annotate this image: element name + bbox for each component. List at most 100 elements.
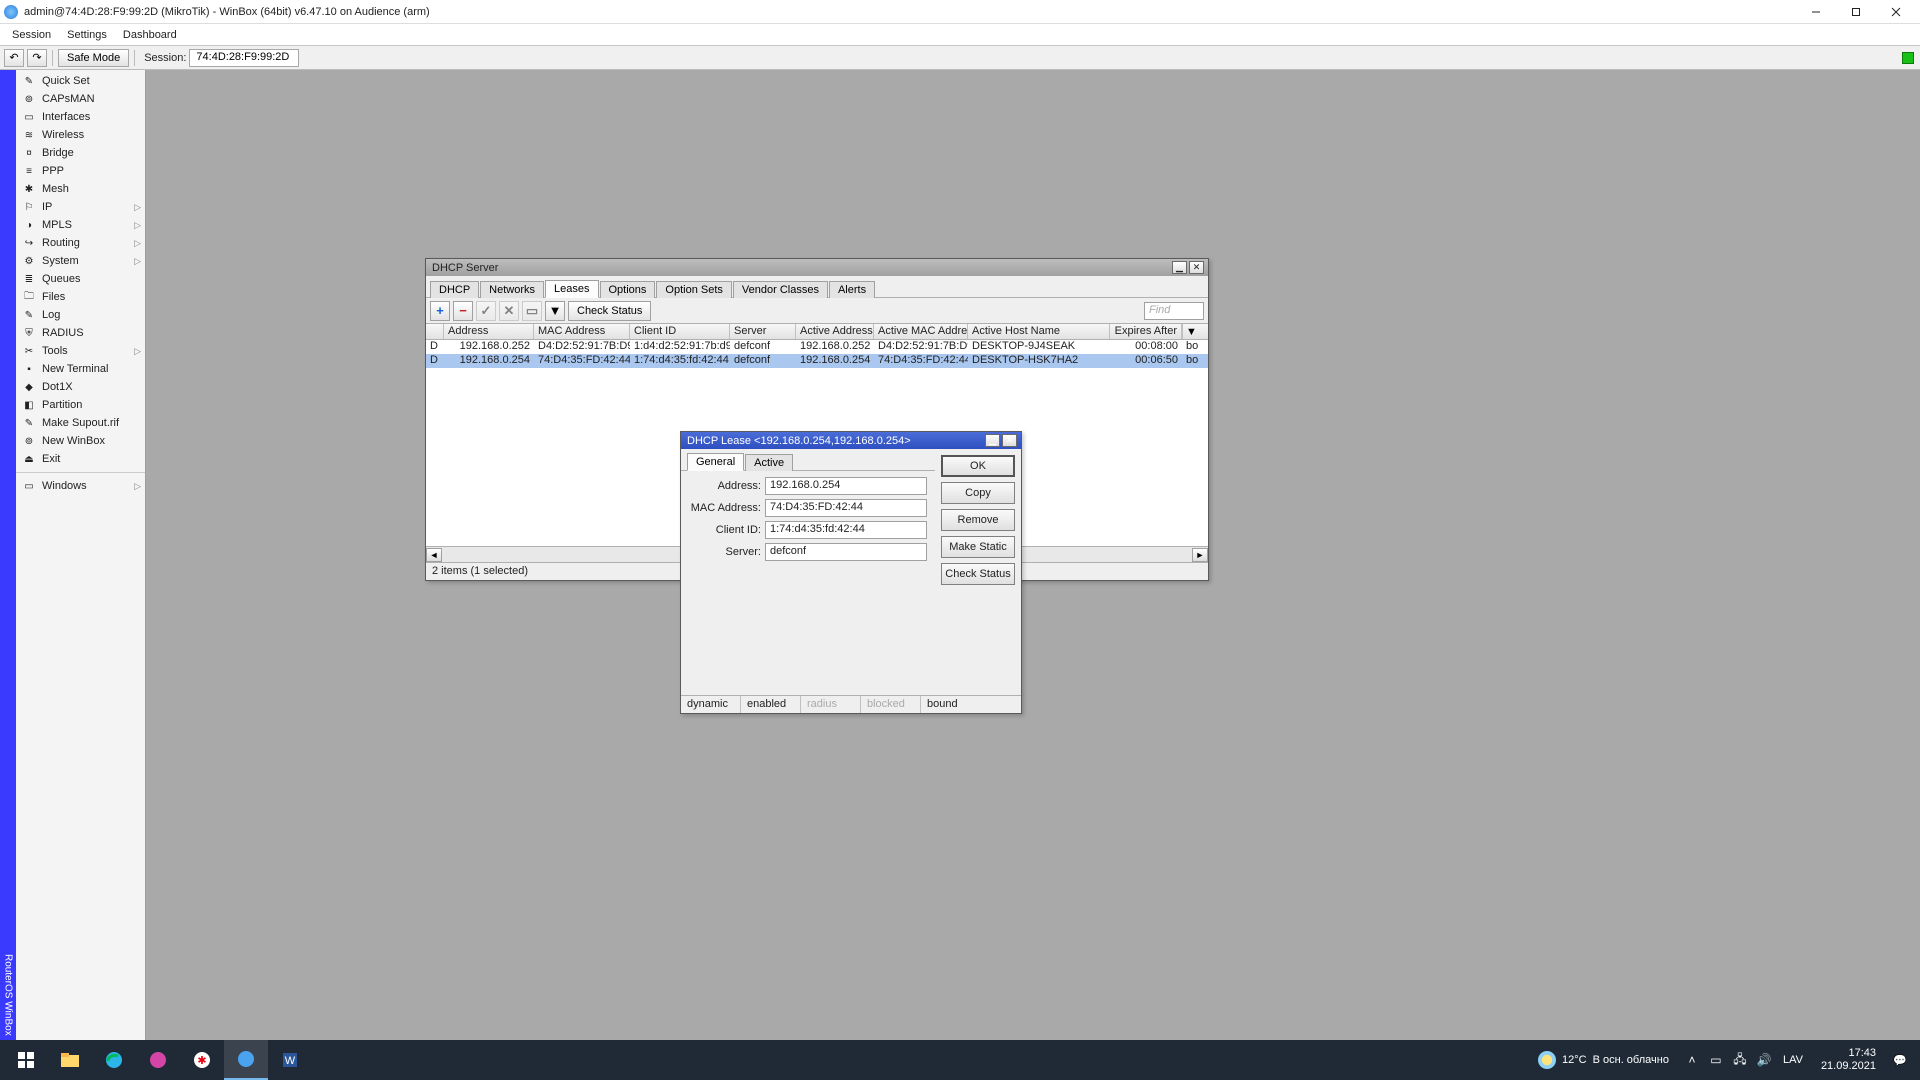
sidebar-item-tools[interactable]: ✂Tools▷ [16, 342, 145, 360]
teams-icon[interactable] [136, 1040, 180, 1080]
sidebar-item-new-winbox[interactable]: ⊚New WinBox [16, 432, 145, 450]
dhcp-window-titlebar[interactable]: DHCP Server ▁ ✕ [426, 259, 1208, 276]
copy-button[interactable]: Copy [941, 482, 1015, 504]
start-button[interactable] [4, 1040, 48, 1080]
col-mac[interactable]: MAC Address [534, 324, 630, 339]
tab-vendor-classes[interactable]: Vendor Classes [733, 281, 828, 298]
chevron-right-icon: ▷ [134, 346, 141, 357]
disable-button[interactable]: ✕ [499, 301, 519, 321]
maximize-button[interactable] [1836, 0, 1876, 24]
check-status-lease-button[interactable]: Check Status [941, 563, 1015, 585]
lease-row[interactable]: D192.168.0.25474:D4:35:FD:42:441:74:d4:3… [426, 354, 1208, 368]
tab-alerts[interactable]: Alerts [829, 281, 875, 298]
sidebar-item-routing[interactable]: ↪Routing▷ [16, 234, 145, 252]
menu-session[interactable]: Session [4, 27, 59, 43]
remove-lease-button[interactable]: Remove [941, 509, 1015, 531]
ok-button[interactable]: OK [941, 455, 1015, 477]
make-static-button[interactable]: Make Static [941, 536, 1015, 558]
columns-dropdown-icon[interactable]: ▼ [1182, 324, 1200, 339]
edge-icon[interactable] [92, 1040, 136, 1080]
sidebar-item-mesh[interactable]: ✱Mesh [16, 180, 145, 198]
lease-statusbar: dynamic enabled radius blocked bound [681, 695, 1021, 713]
sidebar-item-windows[interactable]: ▭Windows▷ [16, 477, 145, 495]
scroll-right-icon[interactable]: ► [1192, 548, 1208, 562]
sidebar-item-log[interactable]: ✎Log [16, 306, 145, 324]
slack-icon[interactable]: ✱ [180, 1040, 224, 1080]
tab-option-sets[interactable]: Option Sets [656, 281, 731, 298]
lease-tab-active[interactable]: Active [745, 454, 793, 471]
lease-tab-general[interactable]: General [687, 453, 744, 471]
find-input[interactable]: Find [1144, 302, 1204, 320]
file-explorer-icon[interactable] [48, 1040, 92, 1080]
menu-settings[interactable]: Settings [59, 27, 115, 43]
col-active-address[interactable]: Active Address [796, 324, 874, 339]
volume-icon[interactable]: 🔊 [1755, 1051, 1773, 1069]
filter-button[interactable]: ▼ [545, 301, 565, 321]
add-button[interactable]: + [430, 301, 450, 321]
weather-widget[interactable]: 12°C В осн. облачно [1530, 1051, 1677, 1069]
tab-options[interactable]: Options [600, 281, 656, 298]
safe-mode-button[interactable]: Safe Mode [58, 49, 129, 67]
sidebar-item-bridge[interactable]: ¤Bridge [16, 144, 145, 162]
comment-button[interactable]: ▭ [522, 301, 542, 321]
lease-titlebar[interactable]: DHCP Lease <192.168.0.254,192.168.0.254>… [681, 432, 1021, 449]
col-active-host[interactable]: Active Host Name [968, 324, 1110, 339]
sidebar-item-system[interactable]: ⚙System▷ [16, 252, 145, 270]
check-status-button[interactable]: Check Status [568, 301, 651, 321]
lease-row[interactable]: D192.168.0.252D4:D2:52:91:7B:D91:d4:d2:5… [426, 340, 1208, 354]
language-indicator[interactable]: LAV [1779, 1054, 1807, 1066]
sidebar-item-quick-set[interactable]: ✎Quick Set [16, 72, 145, 90]
battery-icon[interactable]: ▭ [1707, 1051, 1725, 1069]
action-center-icon[interactable]: 💬 [1884, 1040, 1916, 1080]
sidebar-item-exit[interactable]: ⏏Exit [16, 450, 145, 468]
dhcp-lease-dialog: DHCP Lease <192.168.0.254,192.168.0.254>… [680, 431, 1022, 714]
lease-close-button[interactable]: ✕ [1002, 434, 1017, 447]
tab-leases[interactable]: Leases [545, 280, 598, 298]
menu-dashboard[interactable]: Dashboard [115, 27, 185, 43]
sidebar-item-make-supout-rif[interactable]: ✎Make Supout.rif [16, 414, 145, 432]
col-server[interactable]: Server [730, 324, 796, 339]
sidebar-item-queues[interactable]: ≣Queues [16, 270, 145, 288]
tab-networks[interactable]: Networks [480, 281, 544, 298]
sidebar-item-partition[interactable]: ◧Partition [16, 396, 145, 414]
sidebar-item-capsman[interactable]: ⊚CAPsMAN [16, 90, 145, 108]
enable-button[interactable]: ✓ [476, 301, 496, 321]
sidebar-item-wireless[interactable]: ≋Wireless [16, 126, 145, 144]
sidebar-item-mpls[interactable]: ◑MPLS▷ [16, 216, 145, 234]
server-field[interactable]: defconf [765, 543, 927, 561]
col-address[interactable]: Address [444, 324, 534, 339]
col-client-id[interactable]: Client ID [630, 324, 730, 339]
remove-button[interactable]: − [453, 301, 473, 321]
sidebar-item-dot1x[interactable]: ◆Dot1X [16, 378, 145, 396]
col-active-mac[interactable]: Active MAC Addre... [874, 324, 968, 339]
address-field[interactable]: 192.168.0.254 [765, 477, 927, 495]
col-expires[interactable]: Expires After [1110, 324, 1182, 339]
sidebar-item-radius[interactable]: ⛨RADIUS [16, 324, 145, 342]
client-id-field[interactable]: 1:74:d4:35:fd:42:44 [765, 521, 927, 539]
tab-dhcp[interactable]: DHCP [430, 281, 479, 298]
sidebar-item-interfaces[interactable]: ▭Interfaces [16, 108, 145, 126]
dhcp-close-button[interactable]: ✕ [1189, 261, 1204, 274]
undo-button[interactable]: ↶ [4, 49, 24, 67]
sidebar-icon: ⊚ [22, 434, 36, 448]
leases-toolbar: + − ✓ ✕ ▭ ▼ Check Status Find [426, 298, 1208, 324]
close-button[interactable] [1876, 0, 1916, 24]
dhcp-minimize-button[interactable]: ▁ [1172, 261, 1187, 274]
scroll-left-icon[interactable]: ◄ [426, 548, 442, 562]
dhcp-window-title: DHCP Server [430, 262, 1170, 274]
session-field[interactable]: 74:4D:28:F9:99:2D [189, 49, 299, 67]
sidebar-item-ppp[interactable]: ≡PPP [16, 162, 145, 180]
sidebar-item-label: Windows [42, 480, 87, 492]
taskbar-clock[interactable]: 17:43 21.09.2021 [1813, 1047, 1884, 1073]
lease-minimize-button[interactable]: ▁ [985, 434, 1000, 447]
sidebar-item-files[interactable]: 🗀Files [16, 288, 145, 306]
redo-button[interactable]: ↷ [27, 49, 47, 67]
tray-chevron-up-icon[interactable]: ˄ [1683, 1051, 1701, 1069]
mac-field[interactable]: 74:D4:35:FD:42:44 [765, 499, 927, 517]
sidebar-item-ip[interactable]: ⚐IP▷ [16, 198, 145, 216]
sidebar-item-new-terminal[interactable]: ▪New Terminal [16, 360, 145, 378]
minimize-button[interactable] [1796, 0, 1836, 24]
network-icon[interactable]: 🖧 [1731, 1051, 1749, 1069]
winbox-taskbar-icon[interactable] [224, 1040, 268, 1080]
word-icon[interactable]: W [268, 1040, 312, 1080]
